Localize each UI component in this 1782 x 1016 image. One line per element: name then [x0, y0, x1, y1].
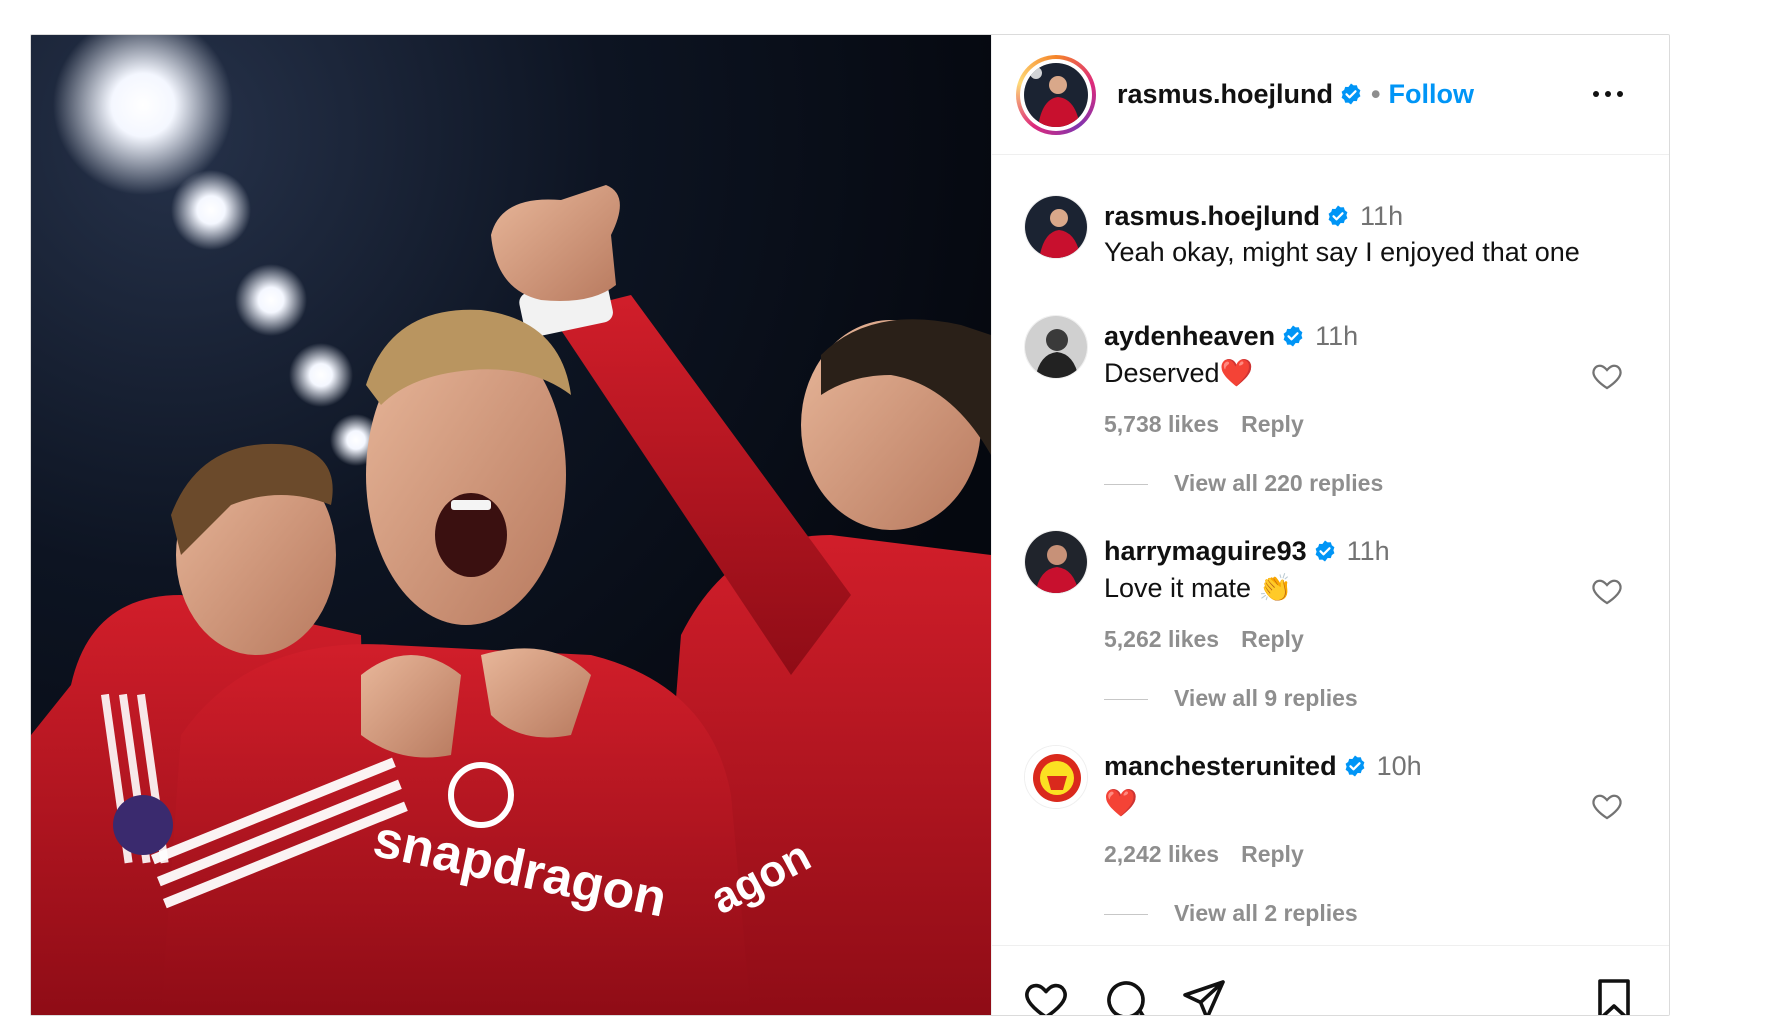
follow-button[interactable]: Follow: [1389, 79, 1474, 109]
header-separator: •: [1371, 79, 1381, 109]
heart-icon[interactable]: [1022, 976, 1070, 1016]
comment-meta: 5,738 likes Reply: [1104, 411, 1304, 438]
caption-username[interactable]: rasmus.hoejlund: [1104, 201, 1320, 231]
post-header: rasmus.hoejlund • Follow: [992, 35, 1669, 155]
comments-list[interactable]: rasmus.hoejlund 11h Yeah okay, might say …: [992, 155, 1669, 945]
caption-text: Yeah okay, might say I enjoyed that one: [1104, 237, 1580, 267]
verified-badge-icon: [1341, 83, 1361, 105]
commenter-avatar[interactable]: [1024, 745, 1088, 809]
author-avatar[interactable]: [1024, 63, 1088, 127]
comment-emoji: ❤️: [1219, 358, 1254, 388]
verified-badge-icon: [1328, 205, 1348, 227]
post-card: snapdragon agon rasmus.hoejlund • Follow: [30, 34, 1670, 1016]
view-replies-button[interactable]: View all 220 replies: [1104, 470, 1383, 497]
comment-username[interactable]: aydenheaven: [1104, 321, 1275, 351]
post-side-panel: rasmus.hoejlund • Follow rasmus.hoejlund 11…: [991, 35, 1669, 1016]
comment-meta: 2,242 likes Reply: [1104, 841, 1304, 868]
author-story-ring[interactable]: [1016, 55, 1096, 135]
header-title-row: rasmus.hoejlund • Follow: [1117, 79, 1474, 110]
commenter-avatar[interactable]: [1024, 315, 1088, 379]
comment-likes[interactable]: 2,242 likes: [1104, 841, 1219, 867]
caption-header: rasmus.hoejlund 11h: [1104, 201, 1403, 232]
view-replies-label: View all 220 replies: [1174, 470, 1384, 496]
comment-like-heart-icon[interactable]: [1590, 359, 1624, 393]
bookmark-icon[interactable]: [1590, 976, 1638, 1016]
comment-like-heart-icon[interactable]: [1590, 574, 1624, 608]
comment-time[interactable]: 11h: [1347, 536, 1390, 566]
author-username[interactable]: rasmus.hoejlund: [1117, 79, 1333, 109]
comment-time[interactable]: 11h: [1315, 321, 1358, 351]
comment-time[interactable]: 10h: [1377, 751, 1422, 781]
reply-button[interactable]: Reply: [1241, 626, 1304, 652]
comment-username[interactable]: manchesterunited: [1104, 751, 1337, 781]
caption-avatar[interactable]: [1024, 195, 1088, 259]
verified-badge-icon: [1283, 325, 1303, 347]
view-replies-button[interactable]: View all 2 replies: [1104, 900, 1358, 927]
comment-like-heart-icon[interactable]: [1590, 789, 1624, 823]
post-action-bar: [992, 945, 1669, 1016]
comment-text: Love it mate 👏: [1104, 572, 1292, 604]
comment-bubble-icon[interactable]: [1102, 976, 1150, 1016]
comment-text: Deserved❤️: [1104, 357, 1253, 389]
comment-likes[interactable]: 5,738 likes: [1104, 411, 1219, 437]
verified-badge-icon: [1345, 755, 1364, 777]
celebration-photo: snapdragon agon: [31, 35, 991, 1015]
comment-text-body: Deserved: [1104, 358, 1220, 388]
comment-text: ❤️: [1104, 787, 1138, 819]
comment-text-body: Love it mate: [1104, 573, 1252, 603]
view-replies-button[interactable]: View all 9 replies: [1104, 685, 1358, 712]
comment-header: manchesterunited 10h: [1104, 751, 1422, 782]
verified-badge-icon: [1315, 540, 1335, 562]
caption-time[interactable]: 11h: [1360, 201, 1403, 231]
comment-header: harrymaguire93 11h: [1104, 536, 1390, 567]
comment-username[interactable]: harrymaguire93: [1104, 536, 1307, 566]
comment-likes[interactable]: 5,262 likes: [1104, 626, 1219, 652]
commenter-avatar[interactable]: [1024, 530, 1088, 594]
post-photo[interactable]: snapdragon agon: [31, 35, 991, 1015]
comment-meta: 5,262 likes Reply: [1104, 626, 1304, 653]
more-options-icon[interactable]: [1590, 79, 1630, 109]
reply-button[interactable]: Reply: [1241, 411, 1304, 437]
paper-plane-icon[interactable]: [1180, 976, 1228, 1016]
clapping-emoji: 👏: [1258, 573, 1293, 603]
reply-button[interactable]: Reply: [1241, 841, 1304, 867]
comment-header: aydenheaven 11h: [1104, 321, 1358, 352]
comment-emoji: ❤️: [1104, 788, 1138, 818]
view-replies-label: View all 2 replies: [1174, 900, 1358, 926]
view-replies-label: View all 9 replies: [1174, 685, 1358, 711]
